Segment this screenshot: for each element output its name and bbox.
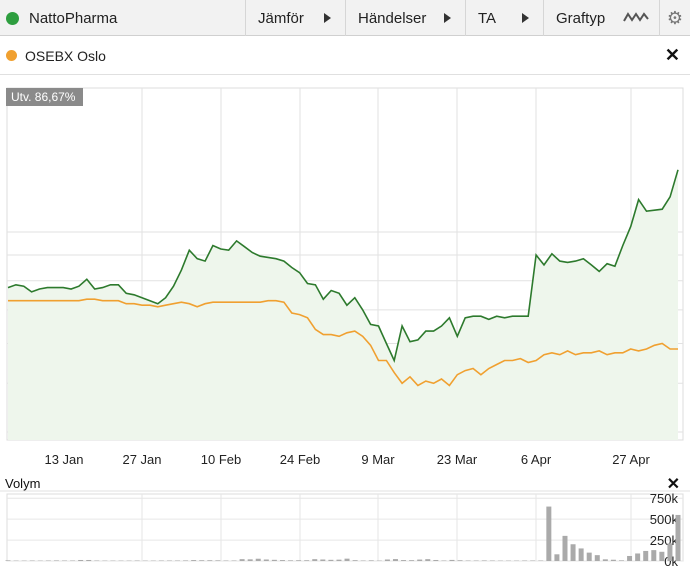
change-badge: Utv. 86,67% (11, 90, 76, 104)
volume-bar (602, 559, 608, 561)
volume-bar (336, 559, 342, 561)
volume-bar (457, 560, 463, 561)
volume-bar (481, 560, 487, 561)
volume-bar (570, 544, 576, 561)
volume-bar (231, 560, 237, 561)
volume-bar (643, 550, 649, 561)
volume-label: Volym (5, 476, 41, 491)
volume-bar (296, 560, 302, 561)
volume-bar (594, 555, 600, 561)
volume-tick-label: 250k (650, 533, 679, 548)
volume-tick-label: 500k (650, 512, 679, 527)
volume-bar (465, 560, 471, 561)
volume-bar (449, 559, 455, 561)
volume-bar (320, 559, 326, 561)
volume-bar (441, 560, 447, 561)
volume-bar (166, 560, 172, 561)
volume-bar (199, 560, 205, 561)
volume-bar (425, 559, 431, 561)
volume-bar (360, 560, 366, 561)
volume-bar (86, 559, 92, 561)
volume-bar (5, 560, 11, 561)
volume-bar (191, 560, 197, 561)
volume-bar (158, 560, 164, 561)
volume-bar (651, 550, 657, 561)
volume-bar (312, 559, 318, 561)
x-tick-label: 6 Apr (521, 452, 552, 467)
price-chart: 1098765413 Jan27 Jan10 Feb24 Feb9 Mar23 … (0, 87, 690, 569)
volume-bar (215, 560, 221, 561)
x-tick-label: 9 Mar (361, 452, 395, 467)
volume-bar (586, 552, 592, 561)
x-tick-label: 27 Jan (122, 452, 161, 467)
x-tick-label: 23 Mar (437, 452, 478, 467)
volume-bar (610, 559, 616, 561)
volume-bar (70, 560, 76, 561)
volume-bar (247, 559, 253, 561)
volume-bar (29, 560, 35, 561)
volume-bar (522, 560, 528, 561)
volume-bar (255, 558, 261, 561)
volume-bar (304, 560, 310, 561)
volume-bar (675, 514, 681, 561)
volume-bar (271, 559, 277, 561)
volume-bar (401, 560, 407, 561)
volume-bar (538, 560, 544, 561)
volume-bar (183, 560, 189, 561)
volume-bar (263, 559, 269, 561)
close-icon[interactable]: ✕ (667, 474, 680, 494)
x-tick-label: 27 Apr (612, 452, 650, 467)
volume-bar (223, 560, 229, 561)
volume-bar (417, 559, 423, 561)
volume-bar (635, 553, 641, 561)
x-tick-label: 10 Feb (201, 452, 241, 467)
volume-bar (175, 560, 181, 561)
volume-bar (207, 560, 213, 561)
volume-bar (134, 560, 140, 561)
x-tick-label: 24 Feb (280, 452, 320, 467)
volume-bar (368, 560, 374, 561)
volume-bar (433, 559, 439, 561)
volume-bar (546, 506, 552, 561)
volume-bar (328, 559, 334, 561)
volume-bar (530, 560, 536, 561)
x-tick-label: 13 Jan (44, 452, 83, 467)
volume-bar (473, 560, 479, 561)
volume-bar (578, 548, 584, 561)
volume-bar (554, 554, 560, 561)
volume-bar (45, 560, 51, 561)
volume-bar (627, 555, 633, 561)
volume-bar (392, 559, 398, 561)
volume-bar (667, 543, 673, 561)
volume-bar (659, 551, 665, 561)
volume-bar (62, 560, 68, 561)
volume-bar (384, 559, 390, 561)
volume-bar (279, 560, 285, 561)
volume-bar (94, 560, 100, 561)
volume-bar (344, 558, 350, 561)
volume-bar (562, 535, 568, 561)
volume-bar (352, 560, 358, 561)
volume-bar (78, 559, 84, 561)
volume-bar (409, 560, 415, 561)
volume-bar (489, 560, 495, 561)
volume-bar (618, 560, 624, 561)
volume-bar (53, 560, 59, 561)
volume-bar (239, 559, 245, 561)
volume-bar (288, 560, 294, 561)
